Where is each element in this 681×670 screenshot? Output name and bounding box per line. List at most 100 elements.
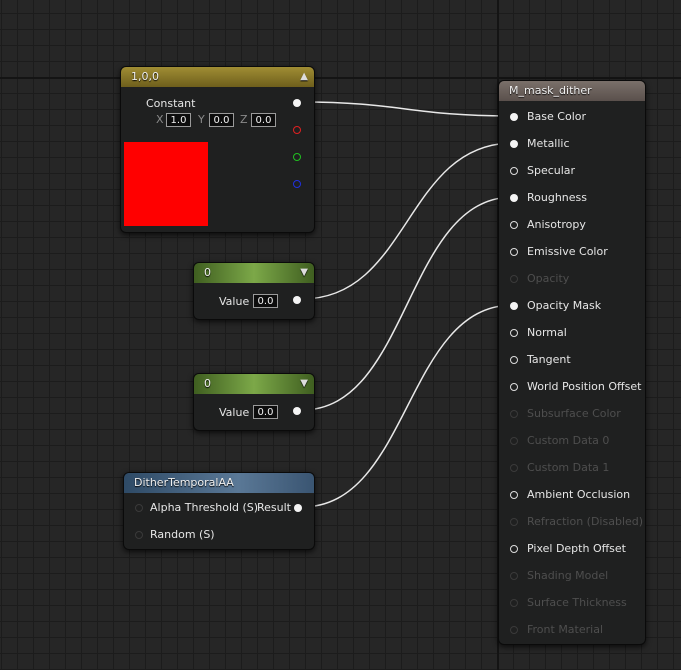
material-input-label: Emissive Color xyxy=(527,245,608,258)
random-label: Random (S) xyxy=(150,528,215,541)
alpha-threshold-label: Alpha Threshold (S) xyxy=(150,501,259,514)
material-input-label: Shading Model xyxy=(527,569,609,582)
material-input-row[interactable]: Emissive Color xyxy=(499,245,645,261)
material-input-pin[interactable] xyxy=(510,221,518,229)
y-axis-label: Y xyxy=(198,113,205,126)
random-input-pin[interactable] xyxy=(135,531,143,539)
material-node-header[interactable]: M_mask_dither xyxy=(499,81,645,101)
material-input-row[interactable]: Surface Thickness xyxy=(499,596,645,612)
material-input-label: Opacity xyxy=(527,272,570,285)
material-input-row[interactable]: Front Material xyxy=(499,623,645,639)
material-result-node[interactable]: M_mask_dither Base Color Metallic Specular… xyxy=(498,80,646,645)
scalar-node-2-title: 0 xyxy=(204,377,211,390)
result-label: Result xyxy=(257,501,291,514)
scalar-node-1-header[interactable]: 0 ▼ xyxy=(194,263,314,283)
collapse-chevron-icon[interactable]: ▼ xyxy=(300,374,308,394)
material-input-label: Opacity Mask xyxy=(527,299,602,312)
material-input-row[interactable]: Base Color xyxy=(499,110,645,126)
z-value-field[interactable]: 0.0 xyxy=(251,113,276,127)
material-input-row[interactable]: Custom Data 0 xyxy=(499,434,645,450)
material-input-pin[interactable] xyxy=(510,140,518,148)
material-input-pin[interactable] xyxy=(510,329,518,337)
material-input-row[interactable]: Tangent xyxy=(499,353,645,369)
material-input-label: Anisotropy xyxy=(527,218,586,231)
scalar-1-value-field[interactable]: 0.0 xyxy=(253,294,278,308)
material-input-label: Normal xyxy=(527,326,567,339)
wire-constant-to-base-color[interactable] xyxy=(301,101,514,117)
material-input-pin[interactable] xyxy=(510,113,518,121)
material-input-row[interactable]: Subsurface Color xyxy=(499,407,645,423)
constant3vector-node[interactable]: 1,0,0 ▲ Constant X 1.0 Y 0.0 Z 0.0 xyxy=(120,66,315,233)
value-label: Value xyxy=(219,295,250,308)
material-input-label: Refraction (Disabled) xyxy=(527,515,644,528)
material-input-pin[interactable] xyxy=(510,167,518,175)
wire-scalar2-to-roughness[interactable] xyxy=(301,196,514,411)
material-input-label: Tangent xyxy=(527,353,571,366)
x-value-field[interactable]: 1.0 xyxy=(166,113,191,127)
scalar-1-output-pin[interactable] xyxy=(293,296,301,304)
wire-dither-to-opacity-mask[interactable] xyxy=(301,304,514,508)
scalar-node-2[interactable]: 0 ▼ Value 0.0 xyxy=(193,373,315,431)
constant-node-title: 1,0,0 xyxy=(131,70,159,83)
dither-temporal-aa-node[interactable]: DitherTemporalAA Alpha Threshold (S) Res… xyxy=(123,472,315,550)
material-input-row[interactable]: Shading Model xyxy=(499,569,645,585)
scalar-2-value-field[interactable]: 0.0 xyxy=(253,405,278,419)
material-input-row[interactable]: Ambient Occlusion xyxy=(499,488,645,504)
wire-scalar1-to-metallic[interactable] xyxy=(301,142,514,300)
material-input-row[interactable]: Opacity xyxy=(499,272,645,288)
rgb-output-pin[interactable] xyxy=(293,99,301,107)
material-input-row[interactable]: Opacity Mask xyxy=(499,299,645,315)
material-input-row[interactable]: Anisotropy xyxy=(499,218,645,234)
material-input-pin[interactable] xyxy=(510,626,518,634)
material-input-label: Roughness xyxy=(527,191,588,204)
material-input-pin[interactable] xyxy=(510,599,518,607)
alpha-threshold-input-pin[interactable] xyxy=(135,504,143,512)
scalar-2-output-pin[interactable] xyxy=(293,407,301,415)
scalar-node-1-title: 0 xyxy=(204,266,211,279)
material-input-pin[interactable] xyxy=(510,383,518,391)
material-input-pin[interactable] xyxy=(510,410,518,418)
material-input-label: Ambient Occlusion xyxy=(527,488,631,501)
y-value-field[interactable]: 0.0 xyxy=(209,113,234,127)
material-input-pin[interactable] xyxy=(510,545,518,553)
collapse-chevron-icon[interactable]: ▼ xyxy=(300,263,308,283)
material-input-pin[interactable] xyxy=(510,194,518,202)
collapse-chevron-icon[interactable]: ▲ xyxy=(300,67,308,87)
material-input-pin[interactable] xyxy=(510,491,518,499)
scalar-node-2-header[interactable]: 0 ▼ xyxy=(194,374,314,394)
scalar-node-1[interactable]: 0 ▼ Value 0.0 xyxy=(193,262,315,320)
material-input-row[interactable]: Metallic xyxy=(499,137,645,153)
result-output-pin[interactable] xyxy=(294,504,302,512)
material-input-pin[interactable] xyxy=(510,275,518,283)
material-input-pin[interactable] xyxy=(510,518,518,526)
blue-output-pin[interactable] xyxy=(293,180,301,188)
material-input-row[interactable]: World Position Offset xyxy=(499,380,645,396)
material-input-pin[interactable] xyxy=(510,248,518,256)
material-input-pin[interactable] xyxy=(510,356,518,364)
material-input-label: Custom Data 1 xyxy=(527,461,610,474)
material-input-row[interactable]: Pixel Depth Offset xyxy=(499,542,645,558)
material-input-label: Specular xyxy=(527,164,576,177)
material-input-row[interactable]: Specular xyxy=(499,164,645,180)
material-input-label: World Position Offset xyxy=(527,380,642,393)
material-input-label: Metallic xyxy=(527,137,570,150)
material-input-pin[interactable] xyxy=(510,572,518,580)
constant-node-header[interactable]: 1,0,0 ▲ xyxy=(121,67,314,87)
material-input-label: Custom Data 0 xyxy=(527,434,610,447)
material-input-pin[interactable] xyxy=(510,437,518,445)
material-input-label: Subsurface Color xyxy=(527,407,621,420)
material-input-row[interactable]: Refraction (Disabled) xyxy=(499,515,645,531)
red-output-pin[interactable] xyxy=(293,126,301,134)
color-preview-swatch xyxy=(124,142,208,226)
material-input-label: Front Material xyxy=(527,623,604,636)
material-input-pin[interactable] xyxy=(510,302,518,310)
material-input-row[interactable]: Custom Data 1 xyxy=(499,461,645,477)
green-output-pin[interactable] xyxy=(293,153,301,161)
material-input-row[interactable]: Normal xyxy=(499,326,645,342)
dither-node-header[interactable]: DitherTemporalAA xyxy=(124,473,314,493)
dither-node-title: DitherTemporalAA xyxy=(134,476,234,489)
material-input-row[interactable]: Roughness xyxy=(499,191,645,207)
material-input-pin[interactable] xyxy=(510,464,518,472)
material-input-label: Pixel Depth Offset xyxy=(527,542,626,555)
constant-label: Constant xyxy=(146,97,196,110)
